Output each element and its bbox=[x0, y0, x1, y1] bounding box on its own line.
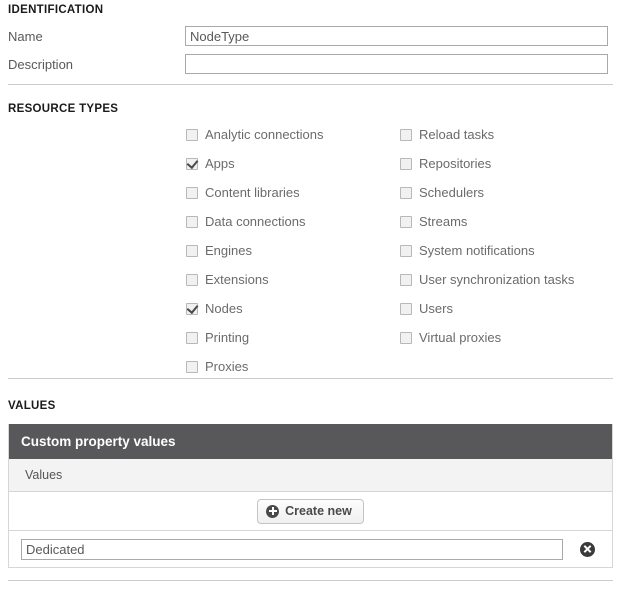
create-new-button[interactable]: Create new bbox=[257, 499, 364, 524]
resource-type-analytic-connections[interactable]: Analytic connections bbox=[186, 120, 386, 149]
plus-circle-icon bbox=[266, 505, 279, 518]
checkbox-unchecked-icon[interactable] bbox=[186, 332, 198, 344]
resource-type-printing[interactable]: Printing bbox=[186, 323, 386, 352]
checkbox-label: Data connections bbox=[205, 214, 305, 229]
values-toolbar-row: Create new bbox=[9, 492, 612, 531]
resource-type-content-libraries[interactable]: Content libraries bbox=[186, 178, 386, 207]
checkbox-unchecked-icon[interactable] bbox=[400, 187, 412, 199]
checkbox-label: Apps bbox=[205, 156, 235, 171]
checkbox-unchecked-icon[interactable] bbox=[186, 129, 198, 141]
resource-types-right-column: Reload tasks Repositories Schedulers Stream… bbox=[400, 120, 615, 352]
checkbox-label: Schedulers bbox=[419, 185, 484, 200]
checkbox-unchecked-icon[interactable] bbox=[400, 274, 412, 286]
delete-circle-icon[interactable] bbox=[580, 542, 595, 557]
checkbox-checked-icon[interactable] bbox=[186, 303, 198, 315]
checkbox-label: Virtual proxies bbox=[419, 330, 501, 345]
checkbox-label: Engines bbox=[205, 243, 252, 258]
values-rows-container bbox=[9, 531, 612, 567]
name-field-row: Name bbox=[8, 26, 613, 48]
checkbox-unchecked-icon[interactable] bbox=[186, 216, 198, 228]
checkbox-label: System notifications bbox=[419, 243, 535, 258]
custom-property-values-table: Custom property values Values Create new bbox=[8, 424, 613, 568]
values-column-header-label: Values bbox=[25, 468, 62, 482]
description-field-label: Description bbox=[8, 57, 73, 72]
checkbox-label: Proxies bbox=[205, 359, 248, 374]
resource-type-extensions[interactable]: Extensions bbox=[186, 265, 386, 294]
checkbox-checked-icon[interactable] bbox=[186, 158, 198, 170]
checkbox-unchecked-icon[interactable] bbox=[186, 245, 198, 257]
resource-type-users[interactable]: Users bbox=[400, 294, 615, 323]
resource-type-system-notifications[interactable]: System notifications bbox=[400, 236, 615, 265]
section-divider bbox=[8, 580, 613, 581]
checkbox-unchecked-icon[interactable] bbox=[400, 245, 412, 257]
checkbox-label: Nodes bbox=[205, 301, 243, 316]
checkbox-label: Streams bbox=[419, 214, 467, 229]
resource-type-data-connections[interactable]: Data connections bbox=[186, 207, 386, 236]
description-field-row: Description bbox=[8, 54, 613, 76]
value-input[interactable] bbox=[21, 539, 563, 560]
resource-type-streams[interactable]: Streams bbox=[400, 207, 615, 236]
name-input[interactable] bbox=[185, 26, 608, 46]
checkbox-label: Repositories bbox=[419, 156, 491, 171]
checkbox-unchecked-icon[interactable] bbox=[400, 332, 412, 344]
resource-type-schedulers[interactable]: Schedulers bbox=[400, 178, 615, 207]
checkbox-unchecked-icon[interactable] bbox=[400, 216, 412, 228]
checkbox-unchecked-icon[interactable] bbox=[186, 187, 198, 199]
resource-type-proxies[interactable]: Proxies bbox=[186, 352, 386, 381]
section-divider bbox=[8, 378, 613, 379]
checkbox-unchecked-icon[interactable] bbox=[186, 361, 198, 373]
resource-type-apps[interactable]: Apps bbox=[186, 149, 386, 178]
checkbox-label: Analytic connections bbox=[205, 127, 324, 142]
checkbox-unchecked-icon[interactable] bbox=[400, 303, 412, 315]
identification-section-title: IDENTIFICATION bbox=[8, 4, 103, 16]
values-column-header-row: Values bbox=[9, 459, 612, 492]
value-row bbox=[9, 531, 612, 567]
checkbox-label: Reload tasks bbox=[419, 127, 494, 142]
description-input[interactable] bbox=[185, 54, 608, 74]
resource-types-left-column: Analytic connections Apps Content librarie… bbox=[186, 120, 386, 381]
custom-property-editor-page: IDENTIFICATION Name Description RESOURCE… bbox=[0, 0, 621, 598]
resource-type-nodes[interactable]: Nodes bbox=[186, 294, 386, 323]
checkbox-label: Users bbox=[419, 301, 453, 316]
checkbox-label: User synchronization tasks bbox=[419, 272, 574, 287]
checkbox-unchecked-icon[interactable] bbox=[400, 129, 412, 141]
checkbox-label: Extensions bbox=[205, 272, 269, 287]
resource-type-repositories[interactable]: Repositories bbox=[400, 149, 615, 178]
values-table-title-bar: Custom property values bbox=[9, 424, 612, 459]
checkbox-unchecked-icon[interactable] bbox=[400, 158, 412, 170]
section-divider bbox=[8, 84, 613, 85]
resource-types-section-title: RESOURCE TYPES bbox=[8, 103, 118, 115]
values-section-title: VALUES bbox=[8, 400, 56, 412]
checkbox-unchecked-icon[interactable] bbox=[186, 274, 198, 286]
name-field-label: Name bbox=[8, 29, 43, 44]
resource-type-virtual-proxies[interactable]: Virtual proxies bbox=[400, 323, 615, 352]
values-table-title: Custom property values bbox=[21, 434, 176, 449]
create-new-button-label: Create new bbox=[285, 504, 352, 518]
resource-type-reload-tasks[interactable]: Reload tasks bbox=[400, 120, 615, 149]
checkbox-label: Content libraries bbox=[205, 185, 300, 200]
resource-type-user-synchronization-tasks[interactable]: User synchronization tasks bbox=[400, 265, 615, 294]
checkbox-label: Printing bbox=[205, 330, 249, 345]
resource-type-engines[interactable]: Engines bbox=[186, 236, 386, 265]
